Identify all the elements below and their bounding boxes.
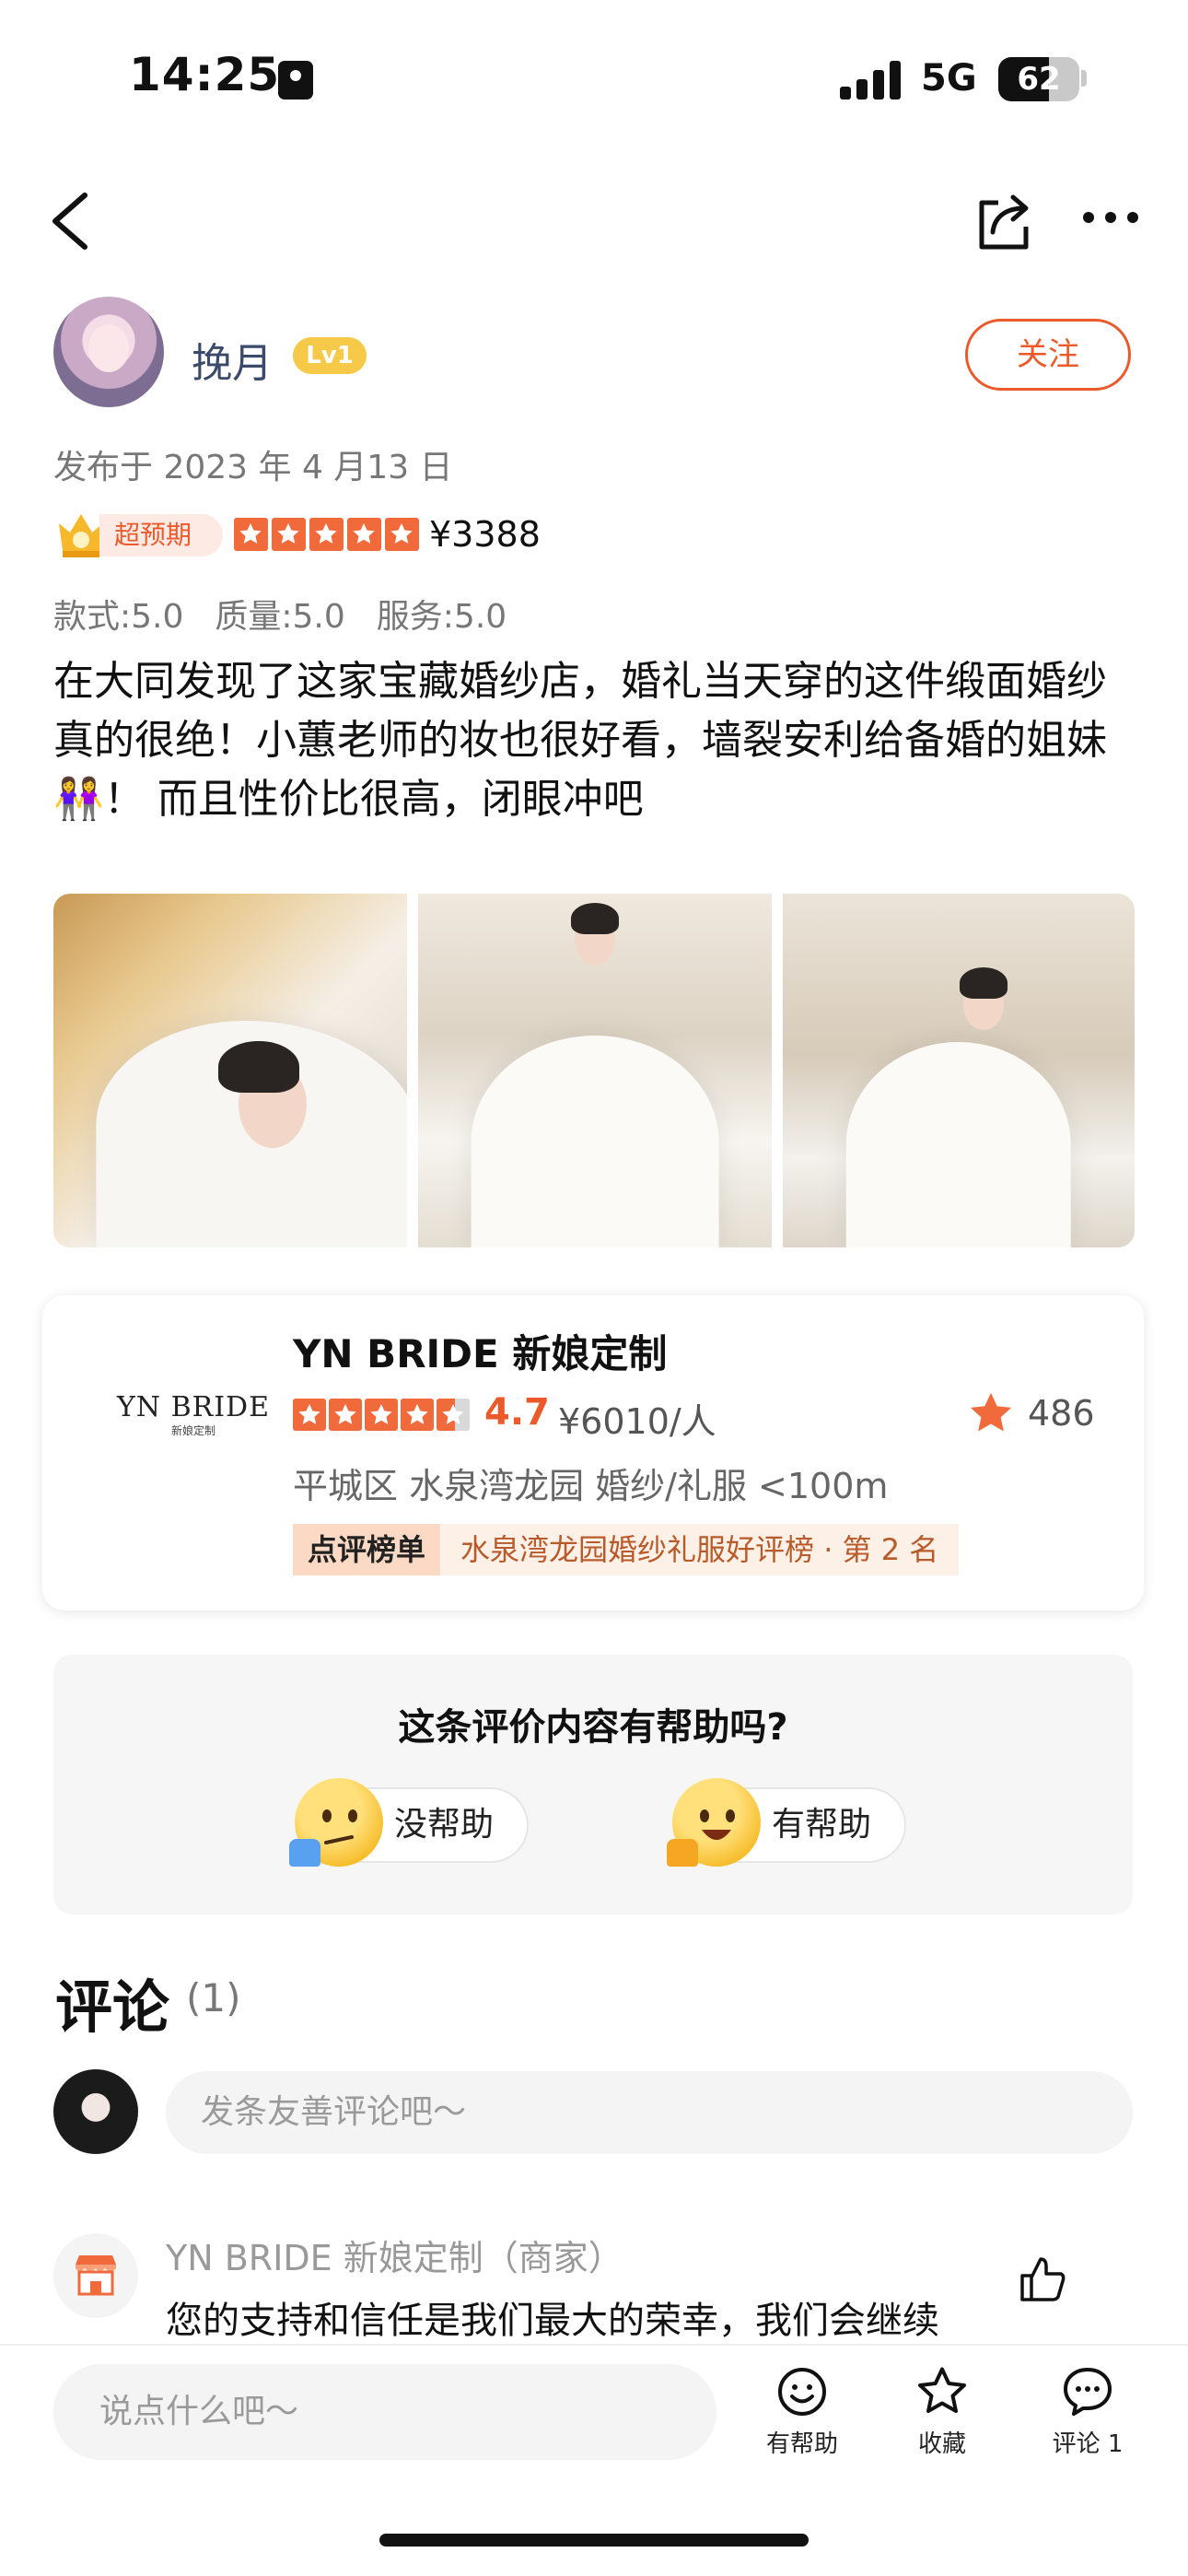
review-text-part-1: 在大同发现了这家宝藏婚纱店，婚礼当天穿的这件缎面婚纱真的很绝！小蕙老师的妆也很好…	[53, 658, 1107, 764]
shop-icon	[76, 2255, 116, 2296]
helpful-question: 这条评价内容有帮助吗?	[398, 1706, 788, 1749]
battery-icon: 62	[998, 57, 1079, 101]
merchant-reply-text: 您的支持和信任是我们最大的荣幸，我们会继续	[166, 2300, 939, 2342]
publish-date: 发布于 2023 年 4 月13 日	[53, 449, 453, 486]
battery-tip	[1081, 70, 1087, 87]
bottom-comment-button[interactable]: 评论 1	[1037, 2364, 1138, 2459]
author-avatar[interactable]	[53, 297, 164, 407]
rating-star	[385, 518, 419, 551]
shop-favorite-count: 486	[1028, 1393, 1095, 1434]
review-text-part-2: ！ 而且性价比很高，闭眼冲吧	[103, 776, 644, 823]
rating-star	[365, 1399, 398, 1431]
sub-score-style: 款式:5.0	[53, 598, 184, 636]
rating-star	[329, 1399, 362, 1431]
rating-star	[401, 1399, 434, 1431]
bottom-comment-input[interactable]: 说点什么吧～	[53, 2364, 716, 2460]
chevron-left-icon[interactable]	[48, 192, 103, 251]
review-price: ¥3388	[429, 514, 541, 555]
rating-star	[293, 1399, 326, 1431]
my-avatar	[53, 2069, 138, 2154]
comments-heading: 评论	[55, 1973, 170, 2041]
happy-emoji-icon[interactable]	[667, 1778, 761, 1867]
follow-button[interactable]: 关注	[965, 319, 1131, 391]
sub-scores: 款式:5.0 质量:5.0 服务:5.0	[53, 590, 507, 638]
rating-star	[272, 518, 306, 551]
author-name[interactable]: 挽月	[192, 330, 273, 389]
confused-emoji-icon[interactable]	[289, 1778, 383, 1867]
signal-icon	[840, 61, 904, 100]
comment-bubble-icon	[1064, 2368, 1112, 2416]
more-icon[interactable]	[1083, 212, 1138, 227]
rating-star	[309, 518, 344, 551]
review-photo-2[interactable]	[418, 894, 772, 1247]
helpful-survey	[53, 1655, 1133, 1914]
network-label: 5G	[921, 57, 977, 100]
shop-average-price: ¥6010/人	[558, 1401, 716, 1442]
comments-count: (1)	[186, 1975, 241, 2020]
bottom-helpful-button[interactable]: 有帮助	[751, 2364, 853, 2459]
comment-input[interactable]: 发条友善评论吧～	[166, 2071, 1133, 2154]
star-icon	[967, 1389, 1015, 1437]
rating-star	[234, 518, 268, 551]
shop-location: 平城区 水泉湾龙园 婚纱/礼服 <100m	[293, 1466, 889, 1506]
merchant-reply-author[interactable]: YN BRIDE 新娘定制（商家）	[166, 2230, 623, 2280]
shop-logo-subtitle: 新娘定制	[170, 1424, 215, 1437]
ranking-tag-text: 水泉湾龙园婚纱礼服好评榜 · 第 2 名	[440, 1524, 960, 1575]
rating-star	[347, 518, 381, 551]
home-indicator[interactable]	[379, 2534, 809, 2547]
sub-score-quality: 质量:5.0	[215, 598, 345, 636]
merchant-avatar[interactable]	[53, 2233, 138, 2318]
orientation-lock-icon	[278, 61, 313, 100]
shop-logo: YN BRIDE	[116, 1391, 271, 1423]
review-star-rating	[234, 518, 419, 551]
ranking-tag[interactable]: 点评榜单 水泉湾龙园婚纱礼服好评榜 · 第 2 名	[293, 1524, 960, 1575]
status-time: 14:25	[129, 48, 281, 101]
sisters-emoji-icon: 👭	[53, 776, 104, 823]
ranking-tag-label: 点评榜单	[293, 1524, 441, 1575]
thumbs-up-icon[interactable]	[1017, 2254, 1068, 2305]
share-icon[interactable]	[973, 190, 1035, 252]
battery-label: 62	[1017, 61, 1061, 98]
exceed-expectation-tag: 超预期	[99, 514, 223, 556]
smile-icon	[778, 2368, 826, 2416]
bottom-comment-label: 评论 1	[1052, 2430, 1124, 2458]
bottom-helpful-label: 有帮助	[765, 2430, 838, 2458]
shop-star-rating	[293, 1399, 470, 1431]
shop-score: 4.7	[484, 1391, 550, 1434]
shop-name[interactable]: YN BRIDE 新娘定制	[293, 1323, 667, 1379]
level-badge: Lv1	[293, 337, 367, 374]
rating-star	[437, 1399, 470, 1431]
review-photo-3[interactable]	[783, 894, 1135, 1247]
sub-score-service: 服务:5.0	[376, 598, 507, 636]
bottom-favorite-button[interactable]: 收藏	[891, 2364, 993, 2459]
bottom-favorite-label: 收藏	[917, 2430, 966, 2458]
review-photo-1[interactable]	[53, 894, 407, 1247]
review-text: 在大同发现了这家宝藏婚纱店，婚礼当天穿的这件缎面婚纱真的很绝！小蕙老师的妆也很好…	[53, 652, 1140, 829]
star-outline-icon	[918, 2367, 966, 2413]
